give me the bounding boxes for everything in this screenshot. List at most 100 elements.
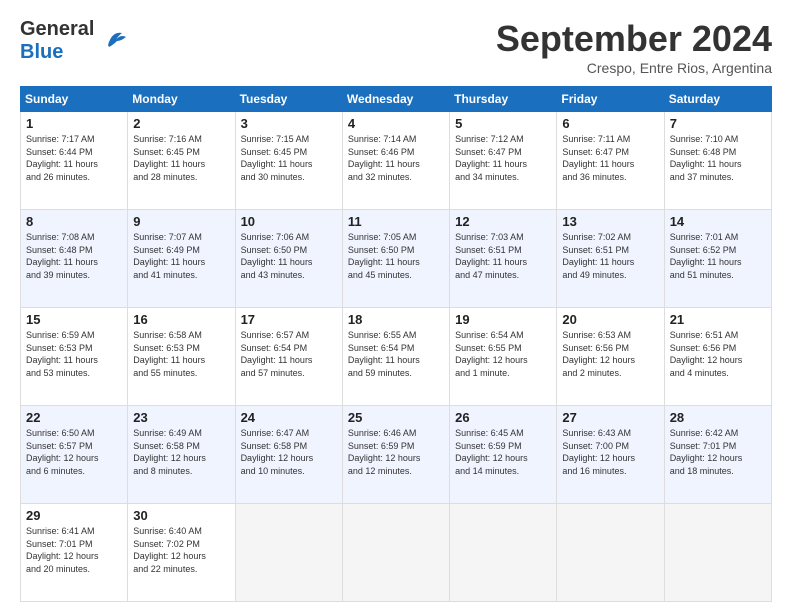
day-number: 17 [241, 312, 337, 327]
day-info: Sunrise: 7:01 AMSunset: 6:52 PMDaylight:… [670, 231, 766, 281]
calendar-day-cell: 7 Sunrise: 7:10 AMSunset: 6:48 PMDaylight… [664, 112, 771, 210]
calendar-day-cell: 9Sunrise: 7:07 AMSunset: 6:49 PMDaylight… [128, 210, 235, 308]
day-number: 20 [562, 312, 658, 327]
day-info: Sunrise: 6:58 AMSunset: 6:53 PMDaylight:… [133, 329, 229, 379]
calendar-day-cell [557, 504, 664, 602]
day-info: Sunrise: 7:03 AMSunset: 6:51 PMDaylight:… [455, 231, 551, 281]
logo-container: General Blue [20, 18, 130, 64]
calendar-day-cell: 29 Sunrise: 6:41 AMSunset: 7:01 PMDayligh… [21, 504, 128, 602]
logo: General Blue [20, 18, 130, 64]
calendar-day-cell: 2Sunrise: 7:16 AMSunset: 6:45 PMDaylight… [128, 112, 235, 210]
calendar-week-row: 15 Sunrise: 6:59 AMSunset: 6:53 PMDayligh… [21, 308, 772, 406]
day-number: 12 [455, 214, 551, 229]
calendar-week-row: 1 Sunrise: 7:17 AMSunset: 6:44 PMDaylight… [21, 112, 772, 210]
calendar-week-row: 29 Sunrise: 6:41 AMSunset: 7:01 PMDayligh… [21, 504, 772, 602]
day-number: 24 [241, 410, 337, 425]
day-info: Sunrise: 6:42 AMSunset: 7:01 PMDaylight:… [670, 427, 766, 477]
day-info: Sunrise: 6:57 AMSunset: 6:54 PMDaylight:… [241, 329, 337, 379]
logo-blue: Blue [20, 41, 63, 63]
calendar-day-cell: 10 Sunrise: 7:06 AMSunset: 6:50 PMDayligh… [235, 210, 342, 308]
header-sunday: Sunday [21, 87, 128, 112]
day-info: Sunrise: 7:17 AMSunset: 6:44 PMDaylight:… [26, 133, 122, 183]
calendar-day-cell: 4 Sunrise: 7:14 AMSunset: 6:46 PMDaylight… [342, 112, 449, 210]
calendar-day-cell: 5 Sunrise: 7:12 AMSunset: 6:47 PMDaylight… [450, 112, 557, 210]
calendar-day-cell: 15 Sunrise: 6:59 AMSunset: 6:53 PMDayligh… [21, 308, 128, 406]
page: General Blue September 2024 Crespo, Entr… [0, 0, 792, 612]
day-info: Sunrise: 6:51 AMSunset: 6:56 PMDaylight:… [670, 329, 766, 379]
day-info: Sunrise: 6:46 AMSunset: 6:59 PMDaylight:… [348, 427, 444, 477]
day-info: Sunrise: 6:40 AMSunset: 7:02 PMDaylight:… [133, 525, 229, 575]
day-info: Sunrise: 7:15 AMSunset: 6:45 PMDaylight:… [241, 133, 337, 183]
day-number: 21 [670, 312, 766, 327]
calendar-day-cell: 6 Sunrise: 7:11 AMSunset: 6:47 PMDaylight… [557, 112, 664, 210]
day-info: Sunrise: 7:14 AMSunset: 6:46 PMDaylight:… [348, 133, 444, 183]
day-number: 15 [26, 312, 122, 327]
day-number: 8 [26, 214, 122, 229]
day-number: 27 [562, 410, 658, 425]
day-info: Sunrise: 7:10 AMSunset: 6:48 PMDaylight:… [670, 133, 766, 183]
header: General Blue September 2024 Crespo, Entr… [20, 18, 772, 76]
day-number: 25 [348, 410, 444, 425]
header-saturday: Saturday [664, 87, 771, 112]
day-number: 30 [133, 508, 229, 523]
calendar-day-cell [342, 504, 449, 602]
calendar-day-cell: 1 Sunrise: 7:17 AMSunset: 6:44 PMDaylight… [21, 112, 128, 210]
calendar-day-cell: 13Sunrise: 7:02 AMSunset: 6:51 PMDayligh… [557, 210, 664, 308]
calendar-week-row: 8Sunrise: 7:08 AMSunset: 6:48 PMDaylight… [21, 210, 772, 308]
day-number: 1 [26, 116, 122, 131]
day-info: Sunrise: 7:11 AMSunset: 6:47 PMDaylight:… [562, 133, 658, 183]
day-number: 7 [670, 116, 766, 131]
calendar-day-cell: 22Sunrise: 6:50 AMSunset: 6:57 PMDayligh… [21, 406, 128, 504]
calendar-day-cell: 11 Sunrise: 7:05 AMSunset: 6:50 PMDayligh… [342, 210, 449, 308]
day-number: 29 [26, 508, 122, 523]
day-info: Sunrise: 7:06 AMSunset: 6:50 PMDaylight:… [241, 231, 337, 281]
day-number: 10 [241, 214, 337, 229]
header-tuesday: Tuesday [235, 87, 342, 112]
day-info: Sunrise: 7:12 AMSunset: 6:47 PMDaylight:… [455, 133, 551, 183]
calendar-day-cell: 14 Sunrise: 7:01 AMSunset: 6:52 PMDayligh… [664, 210, 771, 308]
day-info: Sunrise: 6:59 AMSunset: 6:53 PMDaylight:… [26, 329, 122, 379]
day-number: 6 [562, 116, 658, 131]
day-info: Sunrise: 6:49 AMSunset: 6:58 PMDaylight:… [133, 427, 229, 477]
day-number: 14 [670, 214, 766, 229]
day-number: 5 [455, 116, 551, 131]
day-number: 18 [348, 312, 444, 327]
calendar-day-cell: 28Sunrise: 6:42 AMSunset: 7:01 PMDayligh… [664, 406, 771, 504]
calendar-day-cell [664, 504, 771, 602]
calendar-day-cell [450, 504, 557, 602]
calendar-week-row: 22Sunrise: 6:50 AMSunset: 6:57 PMDayligh… [21, 406, 772, 504]
day-number: 9 [133, 214, 229, 229]
day-number: 16 [133, 312, 229, 327]
header-monday: Monday [128, 87, 235, 112]
title-section: September 2024 Crespo, Entre Rios, Argen… [496, 18, 772, 76]
calendar-day-cell: 24Sunrise: 6:47 AMSunset: 6:58 PMDayligh… [235, 406, 342, 504]
calendar-day-cell: 20Sunrise: 6:53 AMSunset: 6:56 PMDayligh… [557, 308, 664, 406]
logo-bird-icon [98, 21, 130, 53]
day-info: Sunrise: 7:16 AMSunset: 6:45 PMDaylight:… [133, 133, 229, 183]
calendar-day-cell: 25 Sunrise: 6:46 AMSunset: 6:59 PMDayligh… [342, 406, 449, 504]
day-number: 23 [133, 410, 229, 425]
calendar-day-cell: 27 Sunrise: 6:43 AMSunset: 7:00 PMDayligh… [557, 406, 664, 504]
day-number: 11 [348, 214, 444, 229]
day-info: Sunrise: 6:41 AMSunset: 7:01 PMDaylight:… [26, 525, 122, 575]
day-info: Sunrise: 6:43 AMSunset: 7:00 PMDaylight:… [562, 427, 658, 477]
calendar-day-cell [235, 504, 342, 602]
day-info: Sunrise: 7:05 AMSunset: 6:50 PMDaylight:… [348, 231, 444, 281]
calendar-day-cell: 17 Sunrise: 6:57 AMSunset: 6:54 PMDayligh… [235, 308, 342, 406]
calendar-day-cell: 26Sunrise: 6:45 AMSunset: 6:59 PMDayligh… [450, 406, 557, 504]
day-info: Sunrise: 6:54 AMSunset: 6:55 PMDaylight:… [455, 329, 551, 379]
day-info: Sunrise: 6:55 AMSunset: 6:54 PMDaylight:… [348, 329, 444, 379]
calendar-day-cell: 8Sunrise: 7:08 AMSunset: 6:48 PMDaylight… [21, 210, 128, 308]
day-number: 22 [26, 410, 122, 425]
calendar-table: Sunday Monday Tuesday Wednesday Thursday… [20, 86, 772, 602]
day-number: 19 [455, 312, 551, 327]
day-info: Sunrise: 7:02 AMSunset: 6:51 PMDaylight:… [562, 231, 658, 281]
header-thursday: Thursday [450, 87, 557, 112]
calendar-day-cell: 19 Sunrise: 6:54 AMSunset: 6:55 PMDayligh… [450, 308, 557, 406]
day-number: 3 [241, 116, 337, 131]
day-number: 4 [348, 116, 444, 131]
calendar-day-cell: 21 Sunrise: 6:51 AMSunset: 6:56 PMDayligh… [664, 308, 771, 406]
calendar-day-cell: 18 Sunrise: 6:55 AMSunset: 6:54 PMDayligh… [342, 308, 449, 406]
calendar-day-cell: 23 Sunrise: 6:49 AMSunset: 6:58 PMDayligh… [128, 406, 235, 504]
calendar-day-cell: 16 Sunrise: 6:58 AMSunset: 6:53 PMDayligh… [128, 308, 235, 406]
